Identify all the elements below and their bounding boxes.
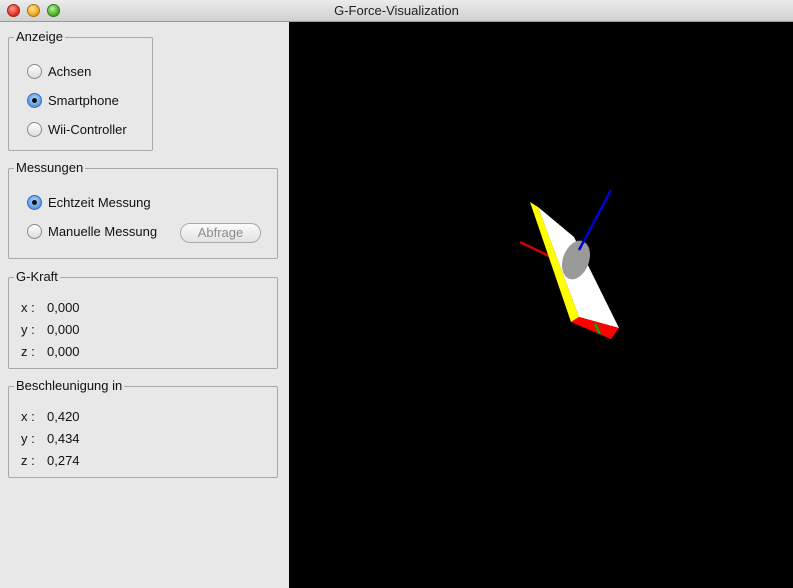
g-kraft-y-row: y : 0,000 bbox=[21, 322, 80, 338]
beschleunigung-y-value: 0,434 bbox=[47, 431, 80, 446]
beschleunigung-x-label: x : bbox=[21, 409, 35, 424]
beschleunigung-x-row: x : 0,420 bbox=[21, 409, 80, 425]
g-kraft-group: G-Kraft x : 0,000 y : 0,000 z : 0,000 bbox=[8, 269, 278, 369]
control-panel: Anzeige Achsen Smartphone Wii-Controller… bbox=[0, 22, 289, 588]
anzeige-group: Anzeige Achsen Smartphone Wii-Controller bbox=[8, 29, 153, 151]
radio-smartphone-label[interactable]: Smartphone bbox=[48, 93, 119, 108]
beschleunigung-z-label: z : bbox=[21, 453, 35, 468]
z-axis-line bbox=[577, 189, 613, 251]
g-kraft-x-label: x : bbox=[21, 300, 35, 315]
radio-echtzeit-indicator[interactable] bbox=[27, 194, 42, 210]
title-bar: G-Force-Visualization bbox=[0, 0, 793, 22]
3d-viewport[interactable] bbox=[289, 22, 793, 588]
anzeige-group-title: Anzeige bbox=[14, 29, 65, 44]
beschleunigung-z-row: z : 0,274 bbox=[21, 453, 80, 469]
beschleunigung-group: Beschleunigung in x : 0,420 y : 0,434 z … bbox=[8, 378, 278, 478]
radio-achsen-indicator[interactable] bbox=[27, 63, 42, 79]
g-kraft-y-label: y : bbox=[21, 322, 35, 337]
g-kraft-z-row: z : 0,000 bbox=[21, 344, 80, 360]
radio-smartphone[interactable]: Smartphone bbox=[27, 91, 119, 109]
radio-wii-controller-indicator[interactable] bbox=[27, 121, 42, 137]
radio-echtzeit-label[interactable]: Echtzeit Messung bbox=[48, 195, 151, 210]
g-kraft-z-label: z : bbox=[21, 344, 35, 359]
radio-wii-controller[interactable]: Wii-Controller bbox=[27, 120, 127, 138]
g-kraft-x-row: x : 0,000 bbox=[21, 300, 80, 316]
window-title: G-Force-Visualization bbox=[334, 3, 459, 18]
messungen-group-title: Messungen bbox=[14, 160, 86, 175]
messungen-group: Messungen Echtzeit Messung Manuelle Mess… bbox=[8, 160, 278, 259]
abfrage-button[interactable]: Abfrage bbox=[180, 223, 261, 243]
radio-wii-controller-label[interactable]: Wii-Controller bbox=[48, 122, 127, 137]
g-kraft-group-title: G-Kraft bbox=[14, 269, 60, 284]
g-kraft-y-value: 0,000 bbox=[47, 322, 80, 337]
smartphone-3d-scene bbox=[519, 189, 619, 339]
radio-manuelle-label[interactable]: Manuelle Messung bbox=[48, 224, 157, 239]
beschleunigung-z-value: 0,274 bbox=[47, 453, 80, 468]
radio-smartphone-indicator[interactable] bbox=[27, 92, 42, 108]
beschleunigung-y-row: y : 0,434 bbox=[21, 431, 80, 447]
radio-achsen-label[interactable]: Achsen bbox=[48, 64, 91, 79]
radio-achsen[interactable]: Achsen bbox=[27, 62, 91, 80]
beschleunigung-y-label: y : bbox=[21, 431, 35, 446]
radio-manuelle-indicator[interactable] bbox=[27, 223, 42, 239]
beschleunigung-x-value: 0,420 bbox=[47, 409, 80, 424]
g-kraft-z-value: 0,000 bbox=[47, 344, 80, 359]
g-kraft-x-value: 0,000 bbox=[47, 300, 80, 315]
beschleunigung-group-title: Beschleunigung in bbox=[14, 378, 125, 393]
radio-echtzeit-messung[interactable]: Echtzeit Messung bbox=[27, 193, 151, 211]
radio-manuelle-messung[interactable]: Manuelle Messung bbox=[27, 222, 157, 240]
